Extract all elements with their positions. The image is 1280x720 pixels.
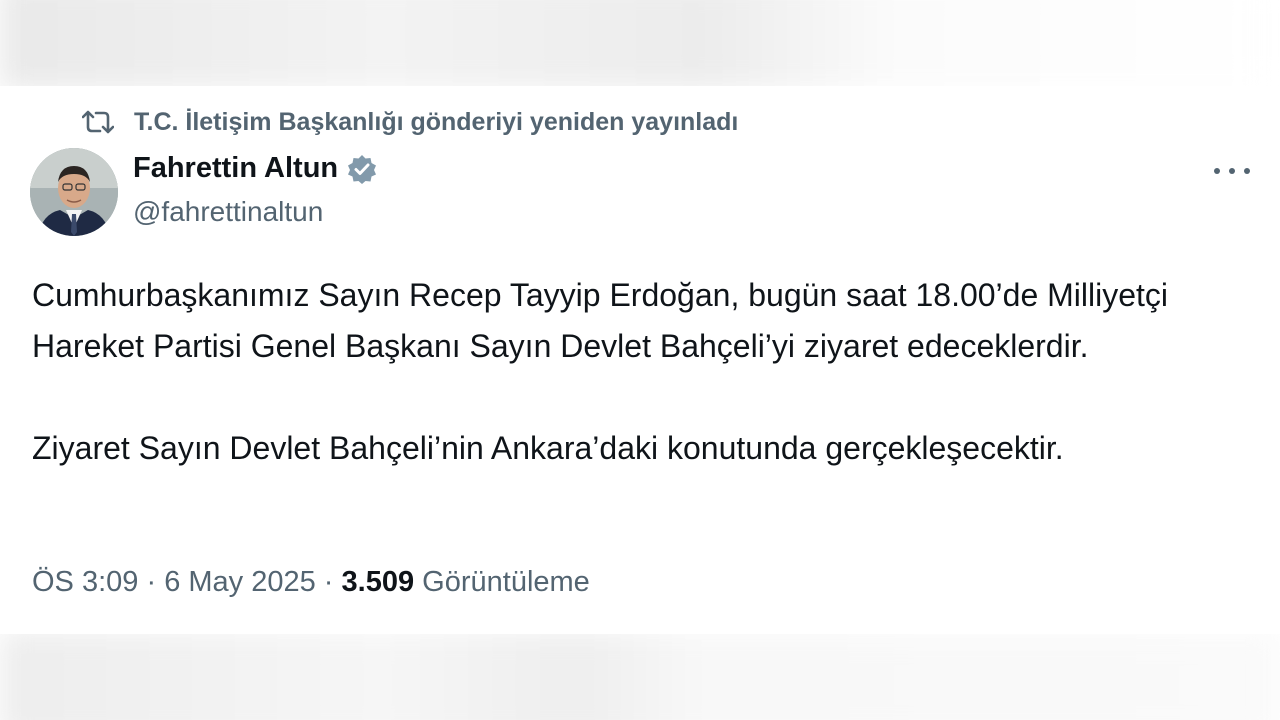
more-dot [1214, 168, 1220, 174]
views-count: 3.509 [341, 566, 415, 598]
author-handle[interactable]: @fahrettinaltun [133, 196, 323, 228]
more-dot [1229, 168, 1235, 174]
page: T.C. İletişim Başkanlığı gönderiyi yenid… [0, 0, 1280, 720]
tweet-paragraph-2: Ziyaret Sayın Devlet Bahçeli’nin Ankara’… [32, 430, 1064, 466]
author-name-row[interactable]: Fahrettin Altun [133, 152, 378, 185]
meta-separator: · [138, 566, 165, 598]
author-name[interactable]: Fahrettin Altun [133, 152, 338, 185]
views-spacer [414, 566, 422, 599]
repost-text: T.C. İletişim Başkanlığı gönderiyi yenid… [134, 107, 739, 136]
more-options-icon[interactable] [1212, 156, 1252, 186]
tweet-date[interactable]: 6 May 2025 [164, 566, 316, 599]
repost-indicator[interactable]: T.C. İletişim Başkanlığı gönderiyi yenid… [82, 106, 738, 138]
meta-separator: · [315, 566, 342, 598]
views-label: Görüntüleme [422, 566, 590, 598]
blurred-background-bottom [0, 630, 1280, 720]
blurred-background-top [0, 0, 1280, 90]
avatar[interactable] [30, 148, 118, 236]
verified-badge-icon[interactable] [346, 153, 378, 185]
more-dot [1244, 168, 1250, 174]
tweet-card[interactable]: T.C. İletişim Başkanlığı gönderiyi yenid… [0, 86, 1280, 634]
tweet-meta: ÖS 3:09 · 6 May 2025 · 3.509 Görüntüleme [32, 566, 590, 599]
tweet-paragraph-1: Cumhurbaşkanımız Sayın Recep Tayyip Erdo… [32, 277, 1169, 364]
tweet-text: Cumhurbaşkanımız Sayın Recep Tayyip Erdo… [32, 270, 1262, 474]
tweet-time[interactable]: ÖS 3:09 [32, 566, 138, 599]
repost-icon [82, 108, 114, 136]
